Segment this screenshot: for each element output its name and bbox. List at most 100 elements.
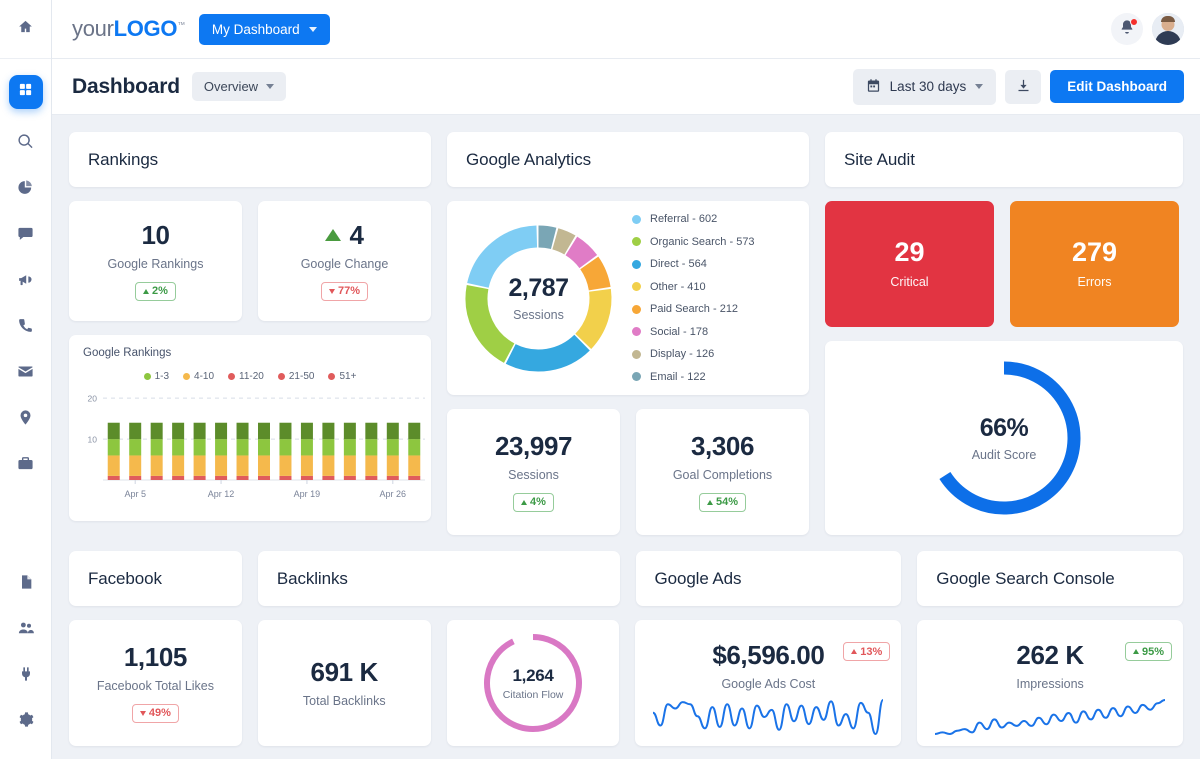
audit-center-text: 66% Audit Score (919, 353, 1089, 523)
audit-score-label: Audit Score (972, 448, 1037, 462)
donut-legend-item: Organic Search - 573 (632, 236, 755, 248)
card-google-ads-cost[interactable]: 13% $6,596.00 Google Ads Cost (635, 620, 901, 746)
board-row-3-cards: 1,105 Facebook Total Likes 49% 691 K Tot… (69, 620, 1183, 746)
notification-badge-dot (1130, 18, 1138, 26)
donut-legend-item: Direct - 564 (632, 258, 755, 270)
card-sessions[interactable]: 23,997 Sessions 4% (447, 409, 620, 535)
view-selector-label: Overview (204, 79, 258, 94)
card-google-rankings-chart[interactable]: Google Rankings 1-34-1011-2021-5051+ 102… (69, 335, 431, 521)
sidebar-item-campaigns[interactable] (9, 259, 43, 305)
arrow-down-icon (140, 711, 146, 716)
sidebar-bottom-items (0, 551, 51, 759)
legend-label: Social - 178 (650, 326, 708, 338)
legend-label: Referral - 602 (650, 213, 717, 225)
view-selector[interactable]: Overview (192, 72, 286, 101)
logo-bold: LOGO (114, 16, 178, 41)
download-button[interactable] (1005, 70, 1041, 104)
card-google-change[interactable]: 4 Google Change 77% (258, 201, 431, 321)
top-bar: yourLOGO™ My Dashboard (52, 0, 1200, 59)
donut-legend-item: Email - 122 (632, 371, 755, 383)
dashboard-selector-label: My Dashboard (212, 22, 300, 37)
donut-wrap: 2,787 Sessions (461, 221, 616, 376)
facebook-likes-badge: 49% (132, 704, 179, 723)
svg-text:Apr 19: Apr 19 (294, 489, 321, 499)
notifications-button[interactable] (1111, 13, 1143, 45)
card-audit-score[interactable]: 66% Audit Score (825, 341, 1183, 535)
citation-flow-value: 1,264 (513, 666, 554, 686)
legend-dot (183, 373, 190, 380)
card-total-backlinks[interactable]: 691 K Total Backlinks (258, 620, 431, 746)
impressions-badge: 95% (1125, 642, 1172, 661)
sidebar-item-local[interactable] (9, 397, 43, 443)
brand-logo[interactable]: yourLOGO™ (72, 16, 185, 42)
document-icon (18, 574, 34, 595)
panel-header-google-ads: Google Ads (636, 551, 902, 606)
sidebar-item-clients[interactable] (9, 607, 43, 653)
home-icon (17, 18, 34, 40)
sidebar-item-chat[interactable] (9, 213, 43, 259)
chart-legend: 1-34-1011-2021-5051+ (69, 359, 431, 382)
impressions-value: 262 K (1016, 642, 1083, 668)
arrow-up-icon (143, 289, 149, 294)
legend-label: Organic Search - 573 (650, 236, 755, 248)
megaphone-icon (17, 271, 34, 293)
citation-ring-wrap: 1,264 Citation Flow (479, 629, 587, 737)
rankings-column: Rankings 10 Google Rankings 2% (69, 132, 431, 535)
card-impressions[interactable]: 95% 262 K Impressions (917, 620, 1183, 746)
rankings-kpi-row: 10 Google Rankings 2% 4 (69, 201, 431, 321)
sidebar-item-calls[interactable] (9, 305, 43, 351)
badge-value: 2% (152, 285, 168, 297)
chevron-down-icon (975, 84, 983, 89)
page-title: Dashboard (72, 75, 180, 99)
card-sessions-donut[interactable]: 2,787 Sessions Referral - 602 Organic Sea… (447, 201, 809, 395)
sidebar-item-reports[interactable] (9, 561, 43, 607)
stacked-bar-chart: 1020Apr 5Apr 12Apr 19Apr 26 (69, 382, 431, 507)
card-facebook-likes[interactable]: 1,105 Facebook Total Likes 49% (69, 620, 242, 746)
google-rankings-badge: 2% (135, 282, 176, 301)
sidebar-item-integrations[interactable] (9, 653, 43, 699)
badge-value: 49% (149, 707, 171, 719)
download-icon (1016, 78, 1031, 96)
legend-label: 4-10 (194, 371, 214, 382)
legend-item-1-3: 1-3 (144, 371, 169, 382)
donut-legend-item: Other - 410 (632, 281, 755, 293)
svg-text:10: 10 (88, 435, 98, 445)
sidebar-item-email[interactable] (9, 351, 43, 397)
phone-icon (17, 317, 34, 339)
sidebar-item-business[interactable] (9, 443, 43, 489)
google-ads-cost-badge: 13% (843, 642, 890, 661)
donut-legend-item: Paid Search - 212 (632, 303, 755, 315)
sidebar-item-dashboard[interactable] (9, 75, 43, 109)
sidebar-item-analytics[interactable] (9, 167, 43, 213)
sidebar-home[interactable] (0, 0, 51, 59)
total-backlinks-label: Total Backlinks (303, 694, 386, 708)
date-range-picker[interactable]: Last 30 days (853, 69, 997, 105)
total-backlinks-value: 691 K (311, 659, 378, 685)
avatar[interactable] (1152, 13, 1184, 45)
card-citation-flow[interactable]: 1,264 Citation Flow (447, 620, 620, 746)
donut-total-value: 2,787 (508, 274, 568, 303)
ga-kpi-row: 23,997 Sessions 4% 3,306 Goal Completion… (447, 409, 809, 535)
tile-critical[interactable]: 29 Critical (825, 201, 994, 327)
google-change-label: Google Change (301, 257, 389, 271)
google-ads-cost-label: Google Ads Cost (721, 677, 815, 691)
tile-errors[interactable]: 279 Errors (1010, 201, 1179, 327)
legend-dot (632, 350, 641, 359)
legend-item-11-20: 11-20 (228, 371, 264, 382)
critical-value: 29 (894, 239, 924, 266)
donut-legend: Referral - 602 Organic Search - 573 Direct… (632, 213, 755, 383)
google-change-badge: 77% (321, 282, 368, 301)
critical-label: Critical (890, 275, 928, 289)
board-row-1: Rankings 10 Google Rankings 2% (69, 132, 1183, 535)
card-goal-completions[interactable]: 3,306 Goal Completions 54% (636, 409, 809, 535)
arrow-up-icon (707, 500, 713, 505)
badge-value: 4% (530, 496, 546, 508)
edit-dashboard-button[interactable]: Edit Dashboard (1050, 70, 1184, 103)
board-row-2-headers: Facebook Backlinks Google Ads Google Sea… (69, 551, 1183, 606)
sidebar-item-search[interactable] (9, 121, 43, 167)
card-google-rankings[interactable]: 10 Google Rankings 2% (69, 201, 242, 321)
map-pin-icon (17, 409, 34, 431)
sidebar-item-settings[interactable] (9, 699, 43, 745)
citation-center-text: 1,264 Citation Flow (479, 629, 587, 737)
dashboard-selector[interactable]: My Dashboard (199, 14, 330, 45)
